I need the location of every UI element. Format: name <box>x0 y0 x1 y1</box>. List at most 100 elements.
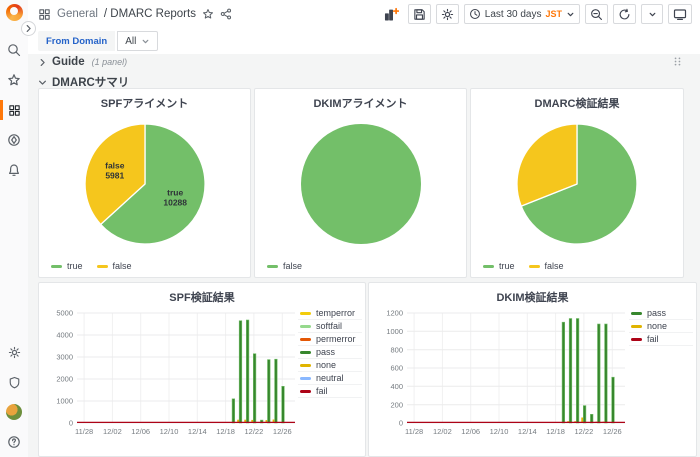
save-dashboard-button[interactable] <box>407 4 431 24</box>
legend-item-pass[interactable]: pass <box>298 346 362 359</box>
legend-label: true <box>499 261 515 271</box>
legend-label: permerror <box>316 334 356 344</box>
configuration-icon[interactable] <box>0 337 28 367</box>
panel-title[interactable]: DKIMアライメント <box>255 89 466 111</box>
legend-item-true[interactable]: true <box>51 261 83 271</box>
refresh-icon <box>618 8 631 21</box>
panel-title[interactable]: SPF検証結果 <box>39 283 365 305</box>
explore-icon[interactable] <box>0 125 28 155</box>
time-range-picker[interactable]: Last 30 days JST <box>463 4 580 24</box>
legend-item-none[interactable]: none <box>298 359 362 372</box>
search-icon[interactable] <box>0 35 28 65</box>
svg-text:0: 0 <box>399 419 403 428</box>
from-domain-select[interactable]: All <box>117 31 159 51</box>
legend-color-dash <box>631 324 642 328</box>
pie-chart-dmarc-result <box>471 111 683 257</box>
clock-icon <box>469 8 481 20</box>
svg-text:12/26: 12/26 <box>273 427 292 436</box>
svg-text:5000: 5000 <box>56 309 73 318</box>
panel-title[interactable]: SPFアライメント <box>39 89 250 111</box>
legend-item-temperror[interactable]: temperror <box>298 307 362 320</box>
bar-chart-spf-result: 0 1000 2000 3000 4000 5000 11/28 12/02 12/06 12/1… <box>39 305 365 456</box>
top-navbar: General / DMARC Reports Last 30 days JST <box>28 0 700 28</box>
legend-item-false[interactable]: false <box>267 261 302 271</box>
legend-item-false[interactable]: false <box>96 261 132 271</box>
add-panel-button[interactable] <box>379 4 403 24</box>
svg-text:12/22: 12/22 <box>575 427 594 436</box>
svg-text:12/02: 12/02 <box>103 427 122 436</box>
panel-add-icon <box>384 7 399 22</box>
legend-item-neutral[interactable]: neutral <box>298 372 362 385</box>
svg-text:12/06: 12/06 <box>131 427 150 436</box>
legend-item-fail[interactable]: fail <box>298 385 362 398</box>
cycle-view-button[interactable] <box>668 4 692 24</box>
panel-title[interactable]: DMARC検証結果 <box>471 89 683 111</box>
legend-item-none[interactable]: none <box>629 320 693 333</box>
legend-label: softfail <box>316 321 343 331</box>
refresh-interval-dropdown[interactable] <box>641 4 663 24</box>
user-avatar[interactable] <box>6 404 22 420</box>
legend-item-permerror[interactable]: permerror <box>298 333 362 346</box>
gear-icon <box>441 8 454 21</box>
share-icon[interactable] <box>220 8 232 20</box>
svg-text:0: 0 <box>69 419 73 428</box>
legend-label: neutral <box>316 373 344 383</box>
svg-text:11/28: 11/28 <box>75 427 93 436</box>
breadcrumb: General / DMARC Reports <box>38 8 232 21</box>
sidebar <box>0 0 28 457</box>
pie-legend: true false <box>471 257 683 275</box>
breadcrumb-page: / DMARC Reports <box>103 8 196 20</box>
svg-text:4000: 4000 <box>56 331 73 340</box>
zoom-out-button[interactable] <box>585 4 608 24</box>
bar-chart-dkim-result: 0 200 400 600 800 1000 1200 11/28 12/02 12/06 12/1… <box>369 305 696 456</box>
legend-item-false[interactable]: false <box>528 261 564 271</box>
chevron-down-icon <box>648 10 657 19</box>
legend-label: fail <box>647 334 659 344</box>
dashboard-grid-icon <box>38 8 51 21</box>
bar-chart-legend: pass none fail <box>629 307 693 346</box>
legend-item-softfail[interactable]: softfail <box>298 320 362 333</box>
svg-text:12/26: 12/26 <box>603 427 622 436</box>
dashboard-settings-button[interactable] <box>435 4 459 24</box>
panel-title[interactable]: DKIM検証結果 <box>369 283 696 305</box>
question-icon-glyph <box>7 435 21 449</box>
legend-color-dash <box>483 264 494 268</box>
legend-item-true[interactable]: true <box>483 261 515 271</box>
panel-spf-result: SPF検証結果 0 1000 2000 3000 4000 5000 11/28 12/02 1… <box>38 282 366 457</box>
legend-item-fail[interactable]: fail <box>629 333 693 346</box>
from-domain-value: All <box>125 35 137 47</box>
grafana-logo-icon[interactable] <box>5 4 23 21</box>
starred-dashboards-icon[interactable] <box>0 65 28 95</box>
legend-color-dash <box>631 311 642 315</box>
svg-text:12/18: 12/18 <box>216 427 235 436</box>
server-admin-icon[interactable] <box>0 367 28 397</box>
legend-color-dash <box>528 264 540 268</box>
row-guide[interactable]: Guide (1 panel) <box>38 56 127 68</box>
legend-item-pass[interactable]: pass <box>629 307 693 320</box>
legend-color-dash <box>300 350 311 354</box>
svg-text:11/28: 11/28 <box>405 427 423 436</box>
svg-text:2000: 2000 <box>56 375 73 384</box>
star-icon-glyph <box>7 73 21 87</box>
alerting-icon[interactable] <box>0 155 28 185</box>
legend-color-dash <box>267 264 278 268</box>
star-outline-icon[interactable] <box>202 8 214 20</box>
help-icon[interactable] <box>0 427 28 457</box>
gear-icon-glyph <box>8 346 21 359</box>
legend-label: none <box>316 360 337 370</box>
sidebar-expand-button[interactable] <box>21 21 36 36</box>
timezone-label: JST <box>545 9 562 19</box>
row-guide-title: Guide <box>52 56 85 68</box>
legend-color-dash <box>300 311 311 315</box>
refresh-button[interactable] <box>613 4 636 24</box>
row-drag-handle-icon[interactable] <box>672 56 683 67</box>
pie-chart-spf-alignment: true 10288 false 5981 <box>39 111 250 257</box>
dashboards-icon[interactable] <box>0 95 28 125</box>
variables-bar: From Domain All <box>28 28 700 54</box>
breadcrumb-section[interactable]: General <box>57 8 98 20</box>
svg-text:600: 600 <box>390 364 403 373</box>
save-icon <box>413 8 426 21</box>
compass-icon-glyph <box>7 133 21 147</box>
row-guide-count: (1 panel) <box>91 57 128 67</box>
legend-label: none <box>647 321 668 331</box>
